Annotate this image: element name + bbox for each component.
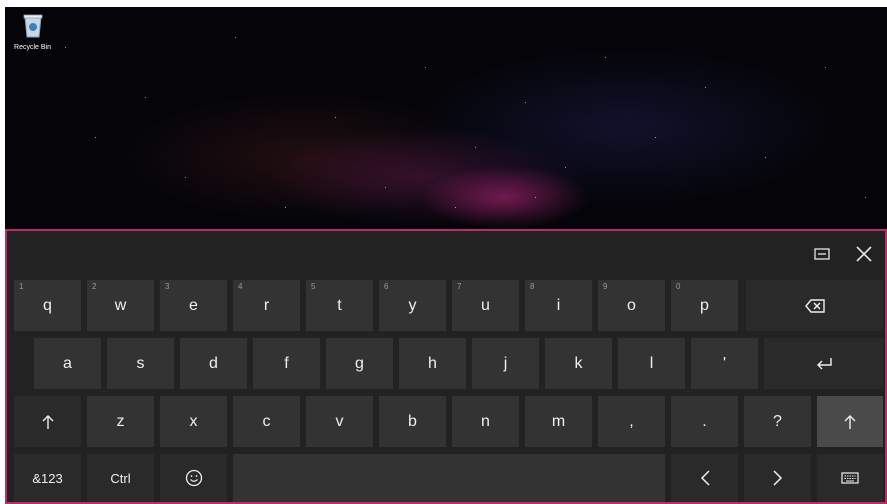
- arrow-right-key[interactable]: [744, 454, 811, 502]
- close-keyboard-button[interactable]: [851, 241, 877, 267]
- key-n[interactable]: n: [452, 396, 519, 447]
- keyboard-layout-icon: [814, 248, 830, 260]
- key-f[interactable]: f: [253, 338, 320, 389]
- emoji-icon: [185, 469, 202, 487]
- key-l[interactable]: l: [618, 338, 685, 389]
- key-s[interactable]: s: [107, 338, 174, 389]
- ctrl-key[interactable]: Ctrl: [87, 454, 154, 502]
- key-b[interactable]: b: [379, 396, 446, 447]
- keyboard-layout-button[interactable]: [809, 241, 835, 267]
- backspace-icon: [804, 298, 825, 313]
- key-x[interactable]: x: [160, 396, 227, 447]
- key-comma[interactable]: ,: [598, 396, 665, 447]
- key-m[interactable]: m: [525, 396, 592, 447]
- shift-arrow-icon: [42, 414, 53, 429]
- key-r[interactable]: 4 r: [233, 280, 300, 331]
- touch-keyboard: 1 q 2 w 3 e 4 r 5 t 6 y 7 u 8 i 9 o 0 p: [5, 229, 887, 504]
- key-d[interactable]: d: [180, 338, 247, 389]
- key-i[interactable]: 8 i: [525, 280, 592, 331]
- key-v[interactable]: v: [306, 396, 373, 447]
- emoji-key[interactable]: [160, 454, 227, 502]
- key-w[interactable]: 2 w: [87, 280, 154, 331]
- shift-left-key[interactable]: [14, 396, 81, 447]
- shift-arrow-icon: [844, 414, 856, 429]
- shift-right-key[interactable]: [817, 396, 883, 447]
- enter-icon: [816, 357, 832, 369]
- keyboard-top-bar: [7, 231, 885, 276]
- close-icon: [856, 246, 872, 262]
- key-q[interactable]: 1 q: [14, 280, 81, 331]
- key-e[interactable]: 3 e: [160, 280, 227, 331]
- keyboard-icon: [841, 472, 859, 484]
- chevron-left-icon: [700, 470, 710, 486]
- key-apostrophe[interactable]: ': [691, 338, 758, 389]
- key-z[interactable]: z: [87, 396, 154, 447]
- key-o[interactable]: 9 o: [598, 280, 665, 331]
- key-j[interactable]: j: [472, 338, 539, 389]
- key-question[interactable]: ?: [744, 396, 811, 447]
- arrow-left-key[interactable]: [671, 454, 738, 502]
- key-k[interactable]: k: [545, 338, 612, 389]
- backspace-key[interactable]: [746, 280, 883, 331]
- recycle-bin-label: Recycle Bin: [14, 44, 51, 51]
- keyboard-settings-key[interactable]: [817, 454, 883, 502]
- recycle-bin-icon: [23, 14, 42, 38]
- key-u[interactable]: 7 u: [452, 280, 519, 331]
- key-p[interactable]: 0 p: [671, 280, 738, 331]
- key-a[interactable]: a: [34, 338, 101, 389]
- space-bar[interactable]: [233, 454, 665, 502]
- key-c[interactable]: c: [233, 396, 300, 447]
- desktop-wallpaper: Recycle Bin: [5, 7, 887, 229]
- key-period[interactable]: .: [671, 396, 738, 447]
- key-g[interactable]: g: [326, 338, 393, 389]
- enter-key[interactable]: [764, 338, 883, 389]
- recycle-bin-shortcut[interactable]: Recycle Bin: [7, 9, 58, 59]
- key-y[interactable]: 6 y: [379, 280, 446, 331]
- key-h[interactable]: h: [399, 338, 466, 389]
- chevron-right-icon: [772, 470, 782, 486]
- symbols-key[interactable]: &123: [14, 454, 81, 502]
- key-t[interactable]: 5 t: [306, 280, 373, 331]
